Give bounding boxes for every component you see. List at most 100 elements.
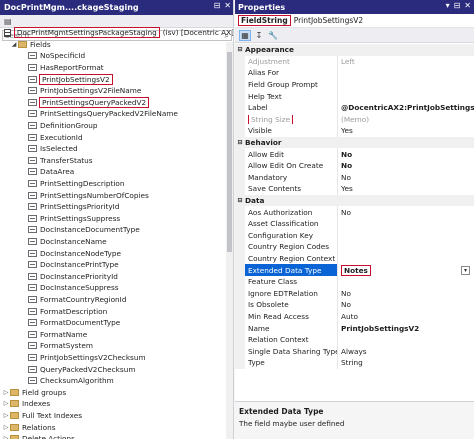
property-row[interactable]: Ignore EDTRelation No (235, 287, 474, 300)
property-row[interactable]: String Size (Memo) (235, 113, 474, 126)
tree-field-item[interactable]: PrintJobSettingsV2Checksum (0, 352, 233, 364)
property-value[interactable] (337, 90, 474, 102)
tree-field-item[interactable]: FormatCountryRegionId (0, 294, 233, 306)
dropdown-icon[interactable]: ▾ (446, 1, 450, 10)
property-row[interactable]: Allow Edit On Create No (235, 160, 474, 172)
property-row[interactable]: Visible Yes (235, 125, 474, 137)
property-row[interactable]: Field Group Prompt (235, 78, 474, 91)
tree-field-item[interactable]: ChecksumAlgorithm (0, 375, 233, 387)
property-row[interactable]: Allow Edit No (235, 148, 474, 160)
pin-icon[interactable]: ⊟ (454, 1, 461, 10)
tree-node-item[interactable]: ▷ Delete Actions (0, 433, 233, 439)
tree-node-item[interactable]: ▷ Relations (0, 421, 233, 433)
tree-node-item[interactable]: ▷ Indexes (0, 398, 233, 410)
tree-field-item[interactable]: ExecutionId (0, 131, 233, 143)
property-row[interactable]: Country Region Context Fie (235, 252, 474, 265)
tree-field-item[interactable]: PrintJobSettingsV2FileName (0, 85, 233, 97)
property-value[interactable] (337, 334, 474, 346)
property-value[interactable]: No (337, 160, 474, 172)
tree-field-item[interactable]: PrintSettingsPriorityId (0, 201, 233, 213)
category-row[interactable]: ⊟ Appearance (235, 44, 474, 56)
property-row[interactable]: Country Region Codes (235, 241, 474, 253)
property-row[interactable]: Is Obsolete No (235, 299, 474, 311)
collapse-arrow-icon[interactable]: ⊟ (235, 139, 245, 146)
property-row[interactable]: Extended Data Type Notes ▾ (235, 264, 474, 276)
property-row[interactable]: Save Contents Yes (235, 183, 474, 195)
expand-arrow-icon[interactable]: ▷ (2, 424, 10, 431)
property-value[interactable] (337, 241, 474, 253)
dropdown-arrow-icon[interactable]: ▾ (461, 265, 470, 275)
property-value[interactable] (337, 218, 474, 230)
wrench-icon[interactable]: 🔧 (267, 30, 279, 41)
property-value[interactable]: No (337, 206, 474, 218)
tree-field-item[interactable]: PrintSettingsNumberOfCopies (0, 189, 233, 201)
tree-field-item[interactable]: DefinitionGroup (0, 120, 233, 132)
tree-node-item[interactable]: ▷ Full Text Indexes (0, 410, 233, 422)
property-value[interactable]: No (337, 287, 474, 300)
tree-node-item[interactable]: ▷ Field groups (0, 387, 233, 399)
property-value[interactable] (337, 276, 474, 288)
property-value[interactable]: No (337, 148, 474, 160)
property-row[interactable]: Name PrintJobSettingsV2 (235, 322, 474, 334)
tree-field-item[interactable]: QueryPackedV2Checksum (0, 363, 233, 375)
property-value[interactable]: Always (337, 345, 474, 358)
collapse-arrow-icon[interactable]: ⊟ (235, 46, 245, 53)
property-row[interactable]: Mandatory No (235, 171, 474, 184)
property-row[interactable]: Help Text (235, 90, 474, 102)
properties-tab[interactable]: Properties ▾ ⊟ ✕ (235, 0, 474, 14)
property-row[interactable]: Type String (235, 357, 474, 369)
tree-field-item[interactable]: DocInstanceName (0, 236, 233, 248)
tree-field-item[interactable]: PrintSettingsQueryPackedV2FileName (0, 108, 233, 120)
document-tab[interactable]: DocPrintMgm....ckageStaging ⊟ ✕ (0, 0, 233, 15)
property-row[interactable]: Alias For (235, 67, 474, 79)
tree-fields-row[interactable]: ◢ Fields (0, 39, 233, 51)
tree-field-item[interactable]: TransferStatus (0, 155, 233, 167)
alphabetical-icon[interactable]: ↧ (253, 30, 265, 41)
collapse-arrow-icon[interactable]: ⊟ (235, 197, 245, 204)
tree-field-item[interactable]: IsSelected (0, 143, 233, 155)
property-value[interactable] (337, 229, 474, 242)
categorized-icon[interactable]: ▦ (239, 29, 251, 41)
property-value[interactable] (337, 67, 474, 79)
property-row[interactable]: Min Read Access Auto (235, 310, 474, 323)
tree-field-item[interactable]: NoSpecificId (0, 50, 233, 62)
tree-field-item[interactable]: PrintSettingsSuppress (0, 213, 233, 225)
property-value[interactable]: Yes (337, 183, 474, 195)
category-row[interactable]: ⊟ Behavior (235, 136, 474, 149)
expand-arrow-icon[interactable]: ▷ (2, 412, 10, 419)
tree-field-item[interactable]: FormatDocumentType (0, 317, 233, 329)
expand-arrow-icon[interactable]: ▷ (2, 400, 10, 407)
tree-root-row[interactable]: DocPrintMgmtSettingsPackageStaging (isv) … (0, 27, 233, 39)
collapse-arrow-icon[interactable]: ◢ (10, 41, 18, 48)
property-row[interactable]: Configuration Key (235, 229, 474, 242)
property-row[interactable]: Asset Classification (235, 218, 474, 230)
property-value[interactable]: (Memo) (337, 113, 474, 126)
tree-field-item[interactable]: HasReportFormat (0, 62, 233, 74)
property-value[interactable]: Notes (337, 264, 474, 276)
tree-field-item[interactable]: PrintSettingsQueryPackedV2 (0, 96, 233, 109)
property-value[interactable] (337, 78, 474, 91)
selected-object[interactable]: FieldString PrintJobSettingsV2 (235, 14, 474, 28)
tree-field-item[interactable]: DocInstanceNodeType (0, 247, 233, 259)
tree-field-item[interactable]: FormatSystem (0, 340, 233, 352)
tree-field-item[interactable]: PrintSettingDescription (0, 178, 233, 190)
property-row[interactable]: Single Data Sharing Type Always (235, 345, 474, 358)
tree-field-item[interactable]: DocInstanceSuppress (0, 282, 233, 294)
collapse-icon[interactable]: ▤ (4, 17, 12, 26)
pin-icon[interactable]: ⊟ (214, 1, 221, 10)
vertical-scrollbar[interactable] (226, 42, 233, 439)
tree-field-item[interactable]: DataArea (0, 166, 233, 178)
property-value[interactable]: No (337, 299, 474, 311)
tree-field-item[interactable]: PrintJobSettingsV2 (0, 73, 233, 85)
tree-field-item[interactable]: FormatDescription (0, 305, 233, 317)
tree-field-item[interactable]: FormatName (0, 329, 233, 341)
property-row[interactable]: Feature Class (235, 276, 474, 288)
property-row[interactable]: Adjustment Left (235, 55, 474, 68)
property-value[interactable]: Left (337, 55, 474, 68)
tree-field-item[interactable]: DocInstanceDocumentType (0, 224, 233, 236)
close-icon[interactable]: ✕ (464, 1, 471, 10)
property-value[interactable]: String (337, 357, 474, 369)
property-value[interactable]: Yes (337, 125, 474, 137)
property-value[interactable]: PrintJobSettingsV2 (337, 322, 474, 334)
close-icon[interactable]: ✕ (224, 1, 231, 10)
